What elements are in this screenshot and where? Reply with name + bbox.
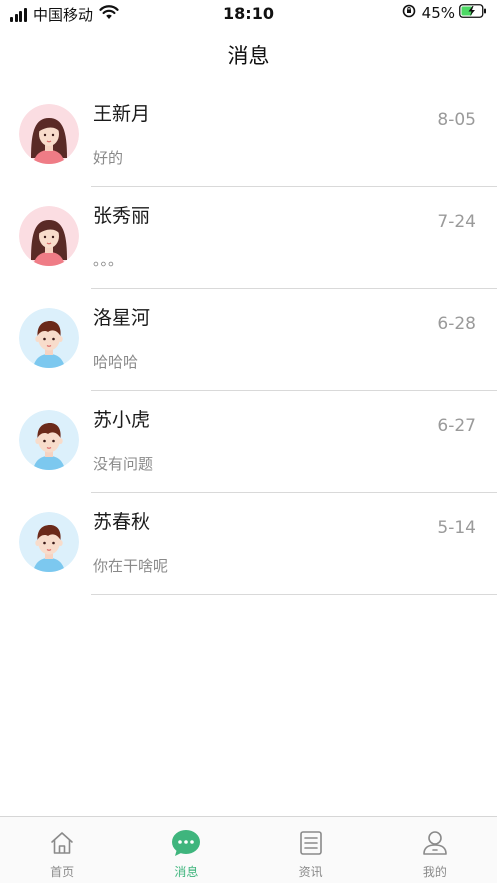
message-list-item[interactable]: 苏春秋 你在干啥呢 5-14 bbox=[0, 493, 497, 595]
message-preview: 哈哈哈 bbox=[93, 353, 139, 371]
tab-home[interactable]: 首页 bbox=[0, 817, 124, 883]
tab-label: 我的 bbox=[422, 865, 447, 879]
message-date: 6-28 bbox=[437, 314, 476, 334]
chat-bubble-icon bbox=[171, 828, 201, 858]
message-preview: 没有问题 bbox=[93, 455, 154, 473]
status-bar-right: 45% bbox=[402, 4, 487, 22]
status-bar: 中国移动 18:10 45% bbox=[0, 0, 497, 28]
message-date: 6-27 bbox=[437, 416, 476, 436]
news-icon bbox=[296, 828, 326, 858]
message-list: 王新月 好的 8-05 张秀丽 。。。 7-24 洛星河 哈哈哈 6-28 苏小… bbox=[0, 85, 497, 595]
female-avatar bbox=[19, 104, 79, 164]
message-list-item[interactable]: 洛星河 哈哈哈 6-28 bbox=[0, 289, 497, 391]
message-preview: 你在干啥呢 bbox=[93, 557, 169, 575]
message-preview: 好的 bbox=[93, 149, 124, 167]
male-avatar bbox=[19, 410, 79, 470]
orientation-lock-icon bbox=[402, 4, 416, 22]
tab-label: 资讯 bbox=[298, 865, 323, 879]
contact-name: 苏春秋 bbox=[93, 511, 151, 533]
tab-messages[interactable]: 消息 bbox=[124, 817, 248, 883]
tab-news[interactable]: 资讯 bbox=[249, 817, 373, 883]
message-date: 5-14 bbox=[437, 518, 476, 538]
contact-name: 苏小虎 bbox=[93, 409, 151, 431]
message-date: 7-24 bbox=[437, 212, 476, 232]
divider bbox=[91, 594, 497, 595]
tab-profile[interactable]: 我的 bbox=[373, 817, 497, 883]
male-avatar bbox=[19, 308, 79, 368]
contact-name: 王新月 bbox=[93, 103, 151, 125]
tab-label: 首页 bbox=[50, 865, 75, 879]
contact-name: 洛星河 bbox=[93, 307, 151, 329]
message-date: 8-05 bbox=[437, 110, 476, 130]
male-avatar bbox=[19, 512, 79, 572]
contact-name: 张秀丽 bbox=[93, 205, 151, 227]
female-avatar bbox=[19, 206, 79, 266]
message-preview: 。。。 bbox=[93, 251, 124, 269]
battery-percent: 45% bbox=[421, 4, 455, 22]
message-list-item[interactable]: 苏小虎 没有问题 6-27 bbox=[0, 391, 497, 493]
tab-label: 消息 bbox=[174, 865, 199, 879]
tab-bar: 首页 消息 资讯 我的 bbox=[0, 816, 497, 883]
battery-charging-icon bbox=[459, 4, 487, 22]
profile-icon bbox=[420, 828, 450, 858]
message-list-item[interactable]: 张秀丽 。。。 7-24 bbox=[0, 187, 497, 289]
message-list-item[interactable]: 王新月 好的 8-05 bbox=[0, 85, 497, 187]
page-title: 消息 bbox=[227, 44, 270, 68]
home-icon bbox=[47, 828, 77, 858]
